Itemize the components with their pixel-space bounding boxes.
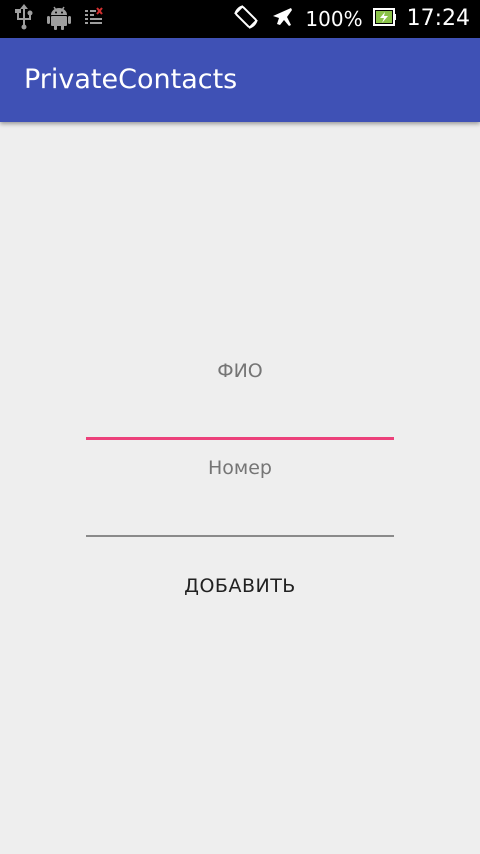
airplane-mode-icon — [269, 4, 295, 34]
sim-icon — [84, 7, 104, 31]
add-button[interactable]: ДОБАВИТЬ — [160, 560, 320, 612]
app-title: PrivateContacts — [24, 64, 238, 95]
status-bar: 100% 17:24 — [0, 0, 480, 38]
phone-field[interactable] — [86, 493, 394, 533]
app-bar: PrivateContacts — [0, 38, 480, 122]
battery-charging-icon — [372, 7, 397, 31]
usb-icon — [14, 4, 34, 34]
screen: 100% 17:24 PrivateContacts ФИО Номер ДОБ… — [0, 0, 480, 854]
auto-rotate-icon — [233, 4, 259, 34]
phone-field-label: Номер — [208, 457, 272, 479]
android-debug-icon — [46, 4, 72, 34]
battery-percentage: 100% — [305, 7, 363, 31]
name-field-underline — [86, 437, 394, 440]
status-bar-right: 100% 17:24 — [233, 0, 470, 38]
name-field[interactable] — [86, 396, 394, 436]
status-bar-left — [14, 4, 104, 34]
phone-field-underline — [86, 535, 394, 537]
name-field-label: ФИО — [217, 360, 263, 382]
clock-time: 17:24 — [406, 6, 470, 31]
